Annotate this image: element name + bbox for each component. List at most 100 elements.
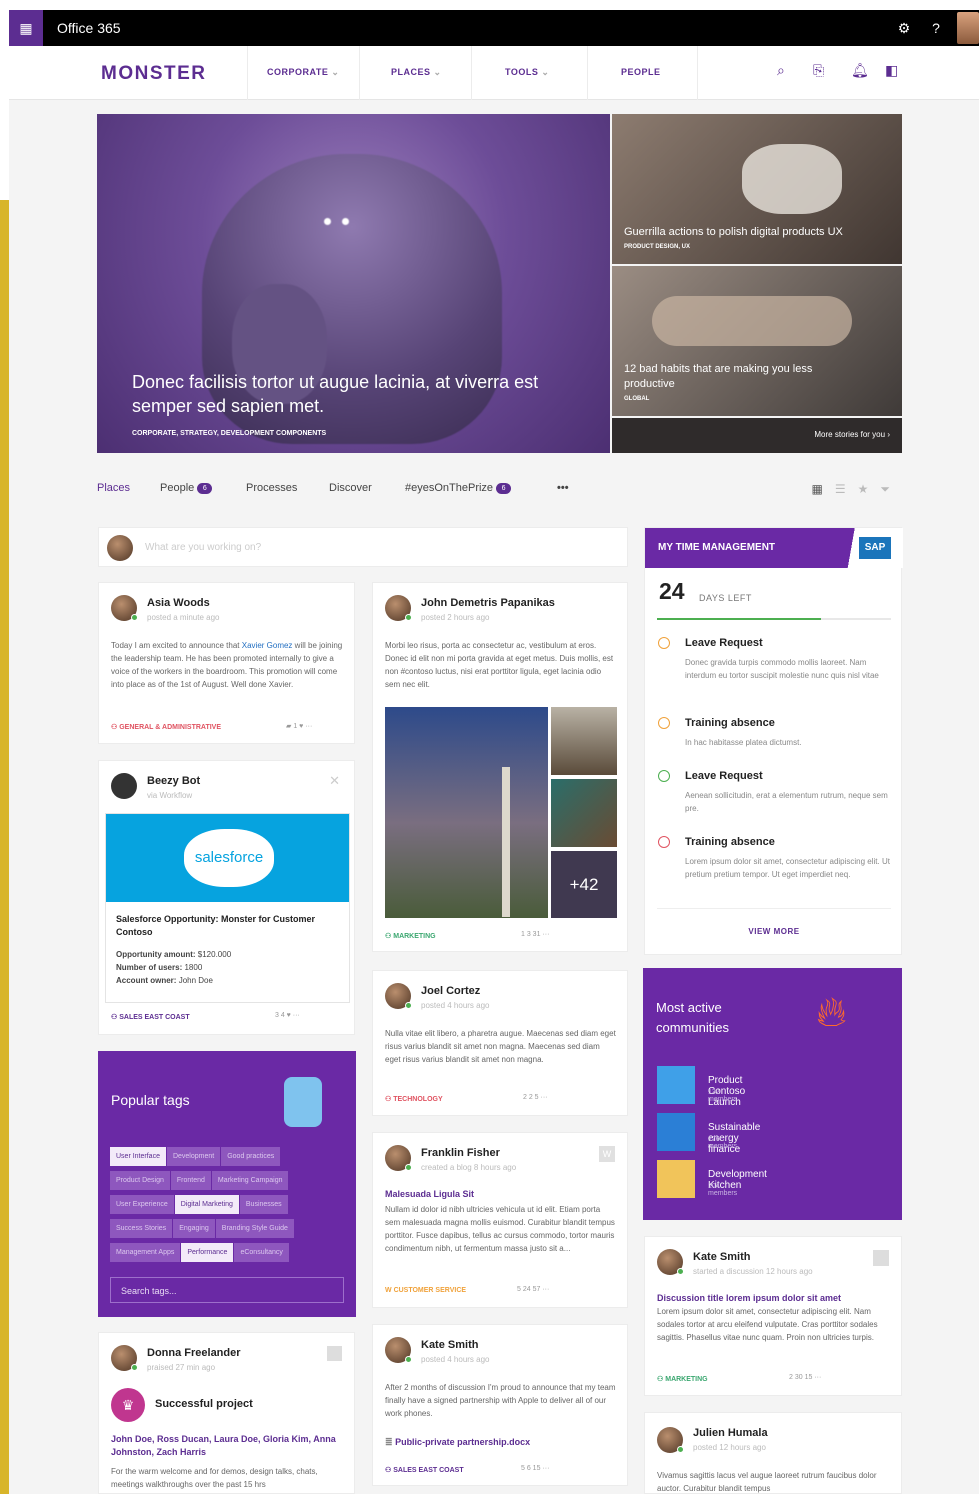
more-stories-bar[interactable]: More stories for you ›	[612, 418, 902, 453]
tag-chip[interactable]: Engaging	[173, 1219, 215, 1238]
hero-title[interactable]: Donec facilisis tortor ut augue lacinia,…	[132, 370, 592, 418]
category-tag[interactable]: ⚇ SALES EAST COAST	[111, 1013, 190, 1021]
avatar[interactable]	[385, 1145, 412, 1171]
more-photos-tile[interactable]: +42	[551, 851, 617, 918]
post-composer[interactable]: What are you working on?	[98, 527, 628, 567]
background-strip	[0, 200, 9, 1494]
list-view-icon[interactable]: ☰	[835, 482, 858, 496]
opportunity-card[interactable]: salesforce Salesforce Opportunity: Monst…	[105, 813, 350, 1003]
author-name[interactable]: Julien Humala	[693, 1427, 768, 1439]
tag-chip[interactable]: Management Apps	[110, 1243, 181, 1262]
tag-chip[interactable]: Good practices	[221, 1147, 281, 1166]
more-tabs-button[interactable]: •••	[557, 482, 569, 494]
avatar[interactable]	[385, 983, 412, 1009]
tab-discover[interactable]: Discover	[329, 482, 372, 494]
hero-main-story[interactable]: Donec facilisis tortor ut augue lacinia,…	[97, 114, 610, 453]
tab-processes[interactable]: Processes	[246, 482, 297, 494]
discussion-title[interactable]: Discussion title lorem ipsum dolor sit a…	[657, 1293, 841, 1303]
author-name[interactable]: John Demetris Papanikas	[421, 597, 555, 609]
photo-monument[interactable]	[385, 707, 548, 918]
view-options: ▦☰★⏷	[812, 482, 902, 497]
tag-chip[interactable]: Success Stories	[110, 1219, 173, 1238]
story-title[interactable]: Guerrilla actions to polish digital prod…	[624, 225, 843, 240]
tag-chip[interactable]: Digital Marketing	[174, 1195, 239, 1214]
nav-people[interactable]: PEOPLE	[621, 67, 661, 77]
tag-illustration-icon	[284, 1077, 322, 1127]
panel-icon[interactable]: ◧	[885, 62, 898, 79]
search-tags-input[interactable]: Search tags...	[110, 1277, 344, 1303]
category-tag[interactable]: ⚇ MARKETING	[657, 1375, 708, 1383]
story-card[interactable]: 12 bad habits that are making you less p…	[612, 266, 902, 416]
avatar[interactable]	[385, 595, 412, 621]
site-logo[interactable]: MONSTER	[101, 63, 207, 85]
story-card[interactable]: Guerrilla actions to polish digital prod…	[612, 114, 902, 264]
post-text: Nulla vitae elit libero, a pharetra augu…	[385, 1029, 616, 1064]
praised-people[interactable]: John Doe, Ross Ducan, Laura Doe, Gloria …	[111, 1433, 343, 1459]
view-more-button[interactable]: VIEW MORE	[645, 927, 903, 936]
tag-chip[interactable]: Performance	[181, 1243, 234, 1262]
nav-corporate[interactable]: CORPORATE ⌄	[267, 67, 339, 78]
category-tag[interactable]: ⚇ TECHNOLOGY	[385, 1095, 443, 1103]
author-name[interactable]: Kate Smith	[421, 1339, 478, 1351]
tag-chip[interactable]: Frontend	[170, 1171, 211, 1190]
composer-input[interactable]: What are you working on?	[145, 542, 261, 553]
grid-view-icon[interactable]: ▦	[812, 482, 835, 496]
gear-icon[interactable]: ⚙	[887, 10, 921, 46]
help-icon[interactable]: ?	[919, 10, 953, 46]
blog-title[interactable]: Malesuada Ligula Sit	[385, 1189, 474, 1199]
story-title[interactable]: 12 bad habits that are making you less p…	[624, 362, 844, 392]
mention-link[interactable]: Xavier Gomez	[242, 641, 293, 650]
close-icon[interactable]: ✕	[329, 773, 340, 789]
share-icon[interactable]: ⎘	[813, 62, 824, 79]
nav-divider	[359, 46, 360, 100]
avatar[interactable]	[657, 1427, 684, 1453]
more-stories-link[interactable]: More stories for you ›	[814, 430, 890, 439]
nav-tools[interactable]: TOOLS ⌄	[505, 67, 549, 78]
praise-title: Successful project	[155, 1398, 253, 1410]
author-name[interactable]: Franklin Fisher	[421, 1147, 500, 1159]
category-tag[interactable]: ⚇ GENERAL & ADMINISTRATIVE	[111, 723, 221, 731]
post-text: Morbi leo risus, porta ac consectetur ac…	[385, 641, 614, 689]
star-icon[interactable]: ★	[858, 482, 881, 496]
search-icon[interactable]: ⌕	[777, 62, 785, 79]
tag-chip[interactable]: Development	[166, 1147, 221, 1166]
time-item-leave-request[interactable]: Leave Request Donec gravida turpis commod…	[658, 637, 890, 682]
app-launcher-icon[interactable]: ▦	[9, 10, 43, 46]
avatar[interactable]	[657, 1249, 684, 1275]
tag-chip[interactable]: Marketing Campaign	[211, 1171, 289, 1190]
time-item-leave-request[interactable]: Leave Request Aenean sollicitudin, erat a…	[658, 770, 890, 815]
tab-eyes-on-the-prize[interactable]: #eyesOnThePrize 6	[405, 482, 512, 494]
tab-places[interactable]: Places	[97, 482, 130, 494]
avatar[interactable]	[111, 595, 138, 621]
tab-people[interactable]: People 6	[160, 482, 213, 494]
attachment-link[interactable]: ≣ Public-private partnership.docx	[385, 1437, 530, 1448]
author-name[interactable]: Asia Woods	[147, 597, 210, 609]
category-tag[interactable]: ⚇ SALES EAST COAST	[385, 1466, 464, 1474]
avatar	[107, 535, 133, 561]
author-name[interactable]: Joel Cortez	[421, 985, 480, 997]
filter-icon[interactable]: ⏷	[880, 482, 902, 496]
author-name[interactable]: Kate Smith	[693, 1251, 750, 1263]
tag-chip[interactable]: eConsultancy	[234, 1243, 289, 1262]
author-name[interactable]: Donna Freelander	[147, 1347, 241, 1359]
photo-person[interactable]	[551, 779, 617, 847]
avatar[interactable]	[111, 1345, 138, 1371]
author-name[interactable]: Beezy Bot	[147, 775, 200, 787]
tag-chip[interactable]: Product Design	[110, 1171, 170, 1190]
blog-icon: W	[599, 1146, 615, 1162]
tag-chip[interactable]: Businesses	[239, 1195, 288, 1214]
post-time: posted 2 hours ago	[421, 613, 490, 622]
user-avatar[interactable]	[957, 12, 979, 44]
tag-chip[interactable]: User Interface	[110, 1147, 166, 1166]
photo-museum[interactable]	[551, 707, 617, 775]
time-management-header: MY TIME MANAGEMENT SAP	[645, 528, 903, 568]
tag-chip[interactable]: User Experience	[110, 1195, 174, 1214]
category-tag[interactable]: W CUSTOMER SERVICE	[385, 1287, 466, 1294]
tag-chip[interactable]: Branding Style Guide	[215, 1219, 294, 1238]
avatar[interactable]	[385, 1337, 412, 1363]
category-tag[interactable]: ⚇ MARKETING	[385, 932, 436, 940]
nav-places[interactable]: PLACES ⌄	[391, 67, 442, 78]
bell-icon[interactable]: 🔔︎	[851, 62, 869, 79]
time-item-training-absence[interactable]: Training absence Lorem ipsum dolor sit am…	[658, 836, 890, 881]
time-item-training-absence[interactable]: Training absence In hac habitasse platea …	[658, 717, 890, 749]
